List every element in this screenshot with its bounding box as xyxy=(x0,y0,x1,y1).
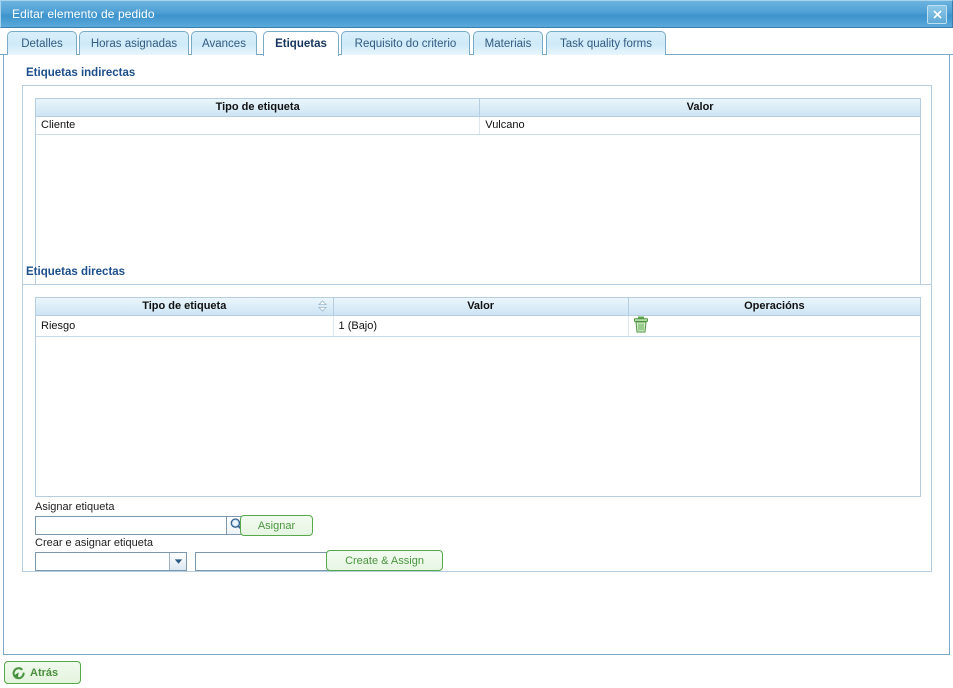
create-assign-etiqueta-label: Crear e asignar etiqueta xyxy=(35,537,153,549)
indirect-section-box: Tipo de etiqueta Valor Cliente Vulcano xyxy=(22,85,932,307)
column-header-operacions[interactable]: Operacións xyxy=(628,298,920,315)
tab-task-quality-forms[interactable]: Task quality forms xyxy=(546,31,666,55)
close-icon xyxy=(932,9,943,20)
window-titlebar: Editar elemento de pedido xyxy=(0,0,953,28)
tab-label: Etiquetas xyxy=(275,38,327,50)
tab-etiquetas[interactable]: Etiquetas xyxy=(263,31,339,56)
tab-avances[interactable]: Avances xyxy=(191,31,257,55)
column-header-valor[interactable]: Valor xyxy=(333,298,628,315)
direct-etiquetas-grid: Tipo de etiqueta Valor Operacións xyxy=(35,297,921,497)
edit-order-element-window: Editar elemento de pedido Detalles Horas… xyxy=(0,0,953,688)
tab-horas-asignadas[interactable]: Horas asignadas xyxy=(79,31,189,55)
tab-label: Horas asignadas xyxy=(91,38,177,50)
column-header-tipo[interactable]: Tipo de etiqueta xyxy=(36,298,333,315)
back-arrow-icon xyxy=(12,666,26,680)
chevron-down-icon xyxy=(169,553,186,570)
etiqueta-type-select-value xyxy=(36,553,169,570)
assign-button-label: Asignar xyxy=(258,520,295,532)
cell-tipo: Cliente xyxy=(36,116,480,134)
assign-etiqueta-input[interactable] xyxy=(35,516,227,535)
etiqueta-type-select[interactable] xyxy=(35,552,187,571)
delete-trash-icon[interactable] xyxy=(633,316,649,333)
table-row[interactable]: Cliente Vulcano xyxy=(36,116,920,134)
close-button[interactable] xyxy=(927,5,947,24)
direct-etiquetas-table: Tipo de etiqueta Valor Operacións xyxy=(36,298,920,337)
tab-detalles[interactable]: Detalles xyxy=(7,31,77,55)
tab-label: Requisito do criterio xyxy=(355,38,457,50)
tab-label: Avances xyxy=(202,38,246,50)
indirect-section-title: Etiquetas indirectas xyxy=(26,67,135,79)
window-title: Editar elemento de pedido xyxy=(12,7,155,21)
etiquetas-tab-panel: Etiquetas indirectas Tipo de etiqueta Va… xyxy=(3,55,950,655)
tab-materiais[interactable]: Materiais xyxy=(473,31,543,55)
cell-operacions xyxy=(628,315,920,336)
cell-tipo: Riesgo xyxy=(36,315,333,336)
assign-button[interactable]: Asignar xyxy=(240,515,313,536)
back-button[interactable]: Atrás xyxy=(4,661,81,684)
create-and-assign-button[interactable]: Create & Assign xyxy=(326,550,443,571)
footer-bar: Atrás xyxy=(0,658,953,688)
create-etiqueta-input[interactable] xyxy=(195,552,336,571)
table-header-row: Tipo de etiqueta Valor xyxy=(36,99,920,116)
direct-section-title: Etiquetas directas xyxy=(26,266,125,278)
tab-label: Detalles xyxy=(21,38,63,50)
table-row[interactable]: Riesgo 1 (Bajo) xyxy=(36,315,920,336)
tab-label: Task quality forms xyxy=(560,38,652,50)
cell-valor: 1 (Bajo) xyxy=(333,315,628,336)
column-header-label: Tipo de etiqueta xyxy=(142,300,226,312)
tab-strip: Detalles Horas asignadas Avances Etiquet… xyxy=(0,29,953,55)
column-header-tipo[interactable]: Tipo de etiqueta xyxy=(36,99,480,116)
back-button-label: Atrás xyxy=(30,667,58,679)
sort-arrows-icon[interactable] xyxy=(318,300,327,312)
tab-requisito-criterio[interactable]: Requisito do criterio xyxy=(341,31,470,55)
tab-label: Materiais xyxy=(485,38,532,50)
cell-valor: Vulcano xyxy=(480,116,920,134)
create-and-assign-button-label: Create & Assign xyxy=(345,555,424,567)
indirect-etiquetas-table: Tipo de etiqueta Valor Cliente Vulcano xyxy=(36,99,920,135)
assign-etiqueta-label: Asignar etiqueta xyxy=(35,501,115,513)
column-header-valor[interactable]: Valor xyxy=(480,99,920,116)
table-header-row: Tipo de etiqueta Valor Operacións xyxy=(36,298,920,315)
indirect-etiquetas-grid: Tipo de etiqueta Valor Cliente Vulcano xyxy=(35,98,921,296)
direct-section-box: Tipo de etiqueta Valor Operacións xyxy=(22,284,932,572)
